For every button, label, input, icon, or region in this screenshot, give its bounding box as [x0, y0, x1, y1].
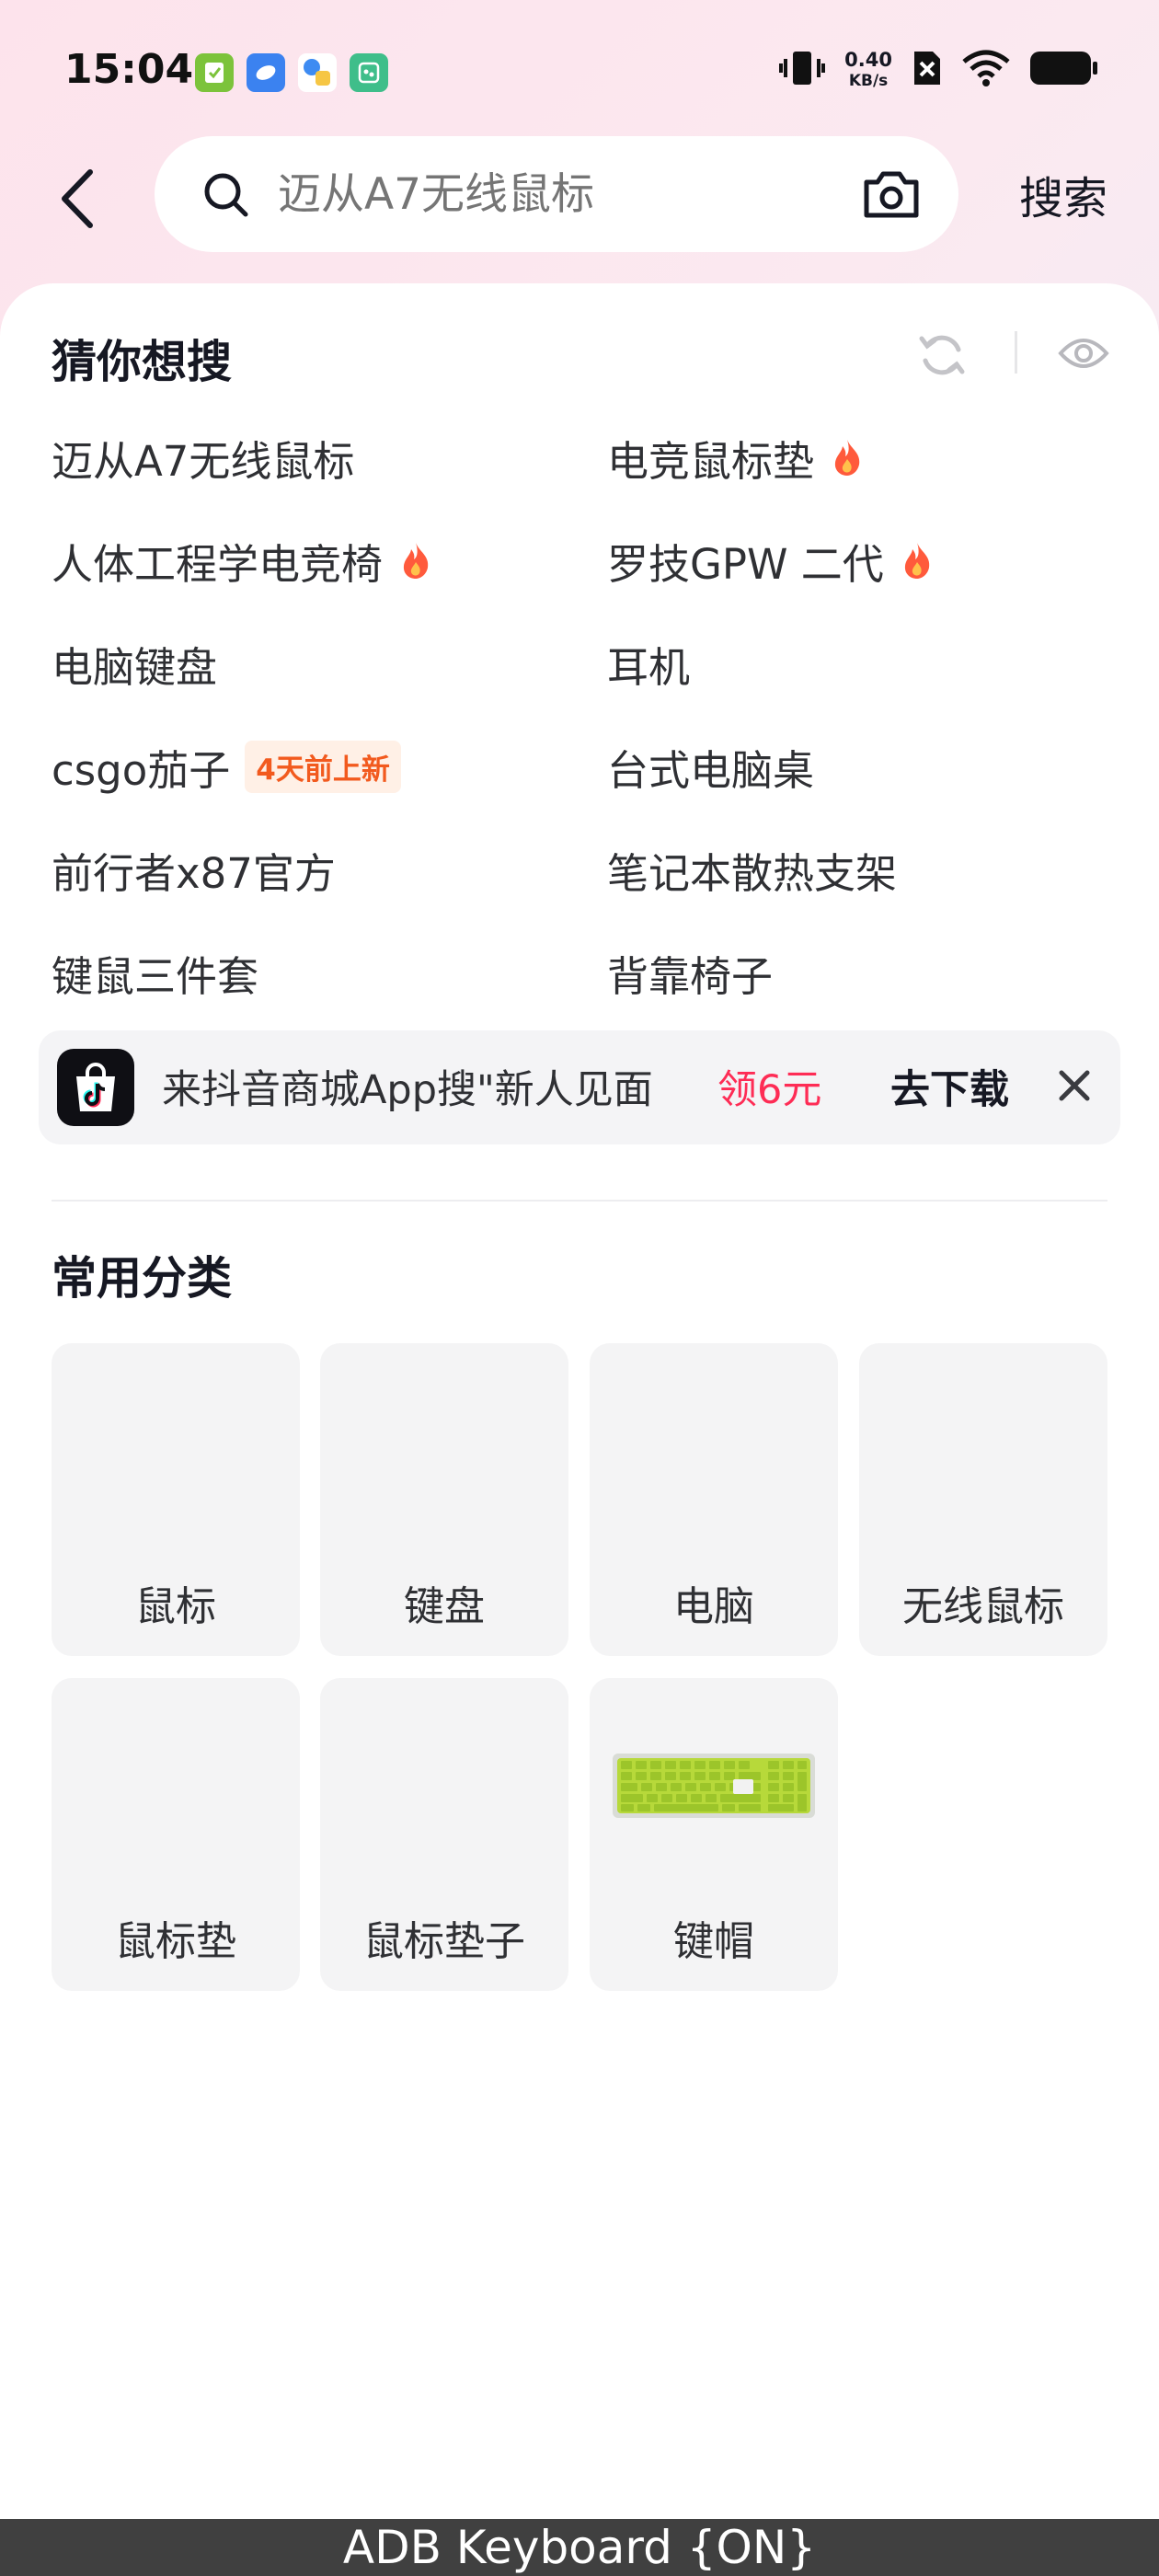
sim-disabled-icon	[911, 48, 944, 92]
suggestion-item[interactable]: 电竞鼠标垫	[607, 425, 864, 489]
promo-reward: 领6元	[717, 1067, 822, 1113]
category-label: 无线鼠标	[902, 1583, 1064, 1630]
suggestion-label: 前行者x87官方	[52, 848, 336, 898]
divider	[1015, 331, 1017, 374]
suggestion-label: 笔记本散热支架	[607, 848, 898, 898]
category-tile[interactable]: 键盘	[320, 1343, 568, 1656]
status-bar: 15:04 0.40 KB/s	[0, 0, 1159, 147]
suggestion-item[interactable]: 电脑键盘	[52, 631, 217, 696]
category-label: 键帽	[673, 1918, 754, 1965]
category-tile[interactable]: 鼠标垫	[52, 1678, 300, 1991]
chevron-left-icon	[62, 169, 93, 228]
suggestions-title: 猜你想搜	[52, 336, 233, 388]
network-speed-unit: KB/s	[848, 72, 889, 90]
suggestion-item[interactable]: 前行者x87官方	[52, 837, 336, 902]
category-label: 鼠标垫	[115, 1918, 236, 1965]
close-icon[interactable]	[1056, 1067, 1093, 1104]
vibrate-icon	[778, 48, 826, 92]
fire-icon	[901, 540, 934, 581]
categories-title: 常用分类	[52, 1252, 233, 1305]
promo-text: 来抖音商城App搜"新人见面	[162, 1067, 653, 1113]
files-app-icon	[298, 53, 337, 92]
suggestion-item[interactable]: csgo茄子 4天前上新	[52, 734, 401, 799]
suggestion-label: 罗技GPW 二代	[607, 539, 884, 589]
status-time: 15:04	[64, 46, 194, 93]
category-label: 键盘	[404, 1583, 485, 1630]
cloud-app-icon	[247, 53, 285, 92]
suggestion-item[interactable]: 耳机	[607, 631, 690, 696]
suggestion-label: 电脑键盘	[52, 642, 218, 692]
battery-icon	[1028, 48, 1098, 92]
suggestion-label: csgo茄子	[52, 745, 231, 795]
search-submit-button[interactable]: 搜索	[1019, 162, 1107, 226]
suggestion-label: 键鼠三件套	[52, 951, 259, 1001]
suggestion-item[interactable]: 键鼠三件套	[52, 940, 258, 1005]
fire-icon	[831, 437, 864, 477]
category-tile[interactable]: 键帽	[590, 1678, 838, 1991]
suggestion-label: 电竞鼠标垫	[607, 436, 815, 486]
wifi-icon	[962, 49, 1010, 91]
suggestion-label: 台式电脑桌	[607, 745, 815, 795]
new-badge: 4天前上新	[245, 740, 401, 793]
category-label: 鼠标	[135, 1583, 216, 1630]
category-label: 鼠标垫子	[363, 1918, 525, 1965]
category-label: 电脑	[673, 1583, 754, 1630]
screen: 15:04 0.40 KB/s 迈从A7无线鼠标 搜索 猜你想搜 迈从A7无线鼠…	[0, 0, 1159, 2576]
notes-app-icon	[195, 53, 234, 92]
suggestion-item[interactable]: 背靠椅子	[607, 940, 773, 1005]
suggestion-label: 人体工程学电竞椅	[52, 539, 384, 589]
category-tile[interactable]: 电脑	[590, 1343, 838, 1656]
eye-icon[interactable]	[1058, 335, 1109, 372]
section-divider	[52, 1200, 1107, 1202]
wechat-mini-app-icon	[350, 53, 388, 92]
back-button[interactable]	[40, 153, 114, 245]
douyin-mall-logo-icon	[57, 1049, 134, 1126]
suggestion-item[interactable]: 台式电脑桌	[607, 734, 814, 799]
category-tile[interactable]: 鼠标垫子	[320, 1678, 568, 1991]
download-button[interactable]: 去下载	[890, 1058, 1009, 1115]
suggestion-label: 迈从A7无线鼠标	[52, 436, 355, 486]
promo-banner[interactable]: 来抖音商城App搜"新人见面 领6元 去下载	[39, 1030, 1120, 1144]
fire-icon	[399, 540, 432, 581]
search-icon	[204, 173, 248, 217]
content-sheet: 猜你想搜 迈从A7无线鼠标 电竞鼠标垫 人体工程学电竞椅 罗技GPW 二代 电脑…	[0, 283, 1159, 2519]
network-speed: 0.40 KB/s	[844, 51, 892, 89]
search-box[interactable]	[155, 136, 958, 252]
keyboard-status-bar: ADB Keyboard {ON}	[0, 2519, 1159, 2576]
suggestion-item[interactable]: 迈从A7无线鼠标	[52, 425, 354, 489]
status-indicators: 0.40 KB/s	[778, 48, 1098, 92]
refresh-icon[interactable]	[916, 329, 968, 381]
search-input[interactable]	[278, 136, 793, 252]
suggestion-label: 背靠椅子	[607, 951, 774, 1001]
search-header: 搜索	[0, 129, 1159, 267]
suggestion-label: 耳机	[607, 642, 691, 692]
suggestion-item[interactable]: 笔记本散热支架	[607, 837, 897, 902]
suggestion-item[interactable]: 人体工程学电竞椅	[52, 528, 432, 592]
camera-icon[interactable]	[861, 167, 922, 221]
status-app-icons	[195, 53, 388, 92]
category-tile[interactable]: 鼠标	[52, 1343, 300, 1656]
network-speed-value: 0.40	[844, 49, 892, 71]
keyboard-status-text: ADB Keyboard {ON}	[342, 2521, 817, 2574]
suggestion-item[interactable]: 罗技GPW 二代	[607, 528, 934, 592]
keycap-keyboard-image	[613, 1754, 815, 1818]
category-tile[interactable]: 无线鼠标	[859, 1343, 1107, 1656]
